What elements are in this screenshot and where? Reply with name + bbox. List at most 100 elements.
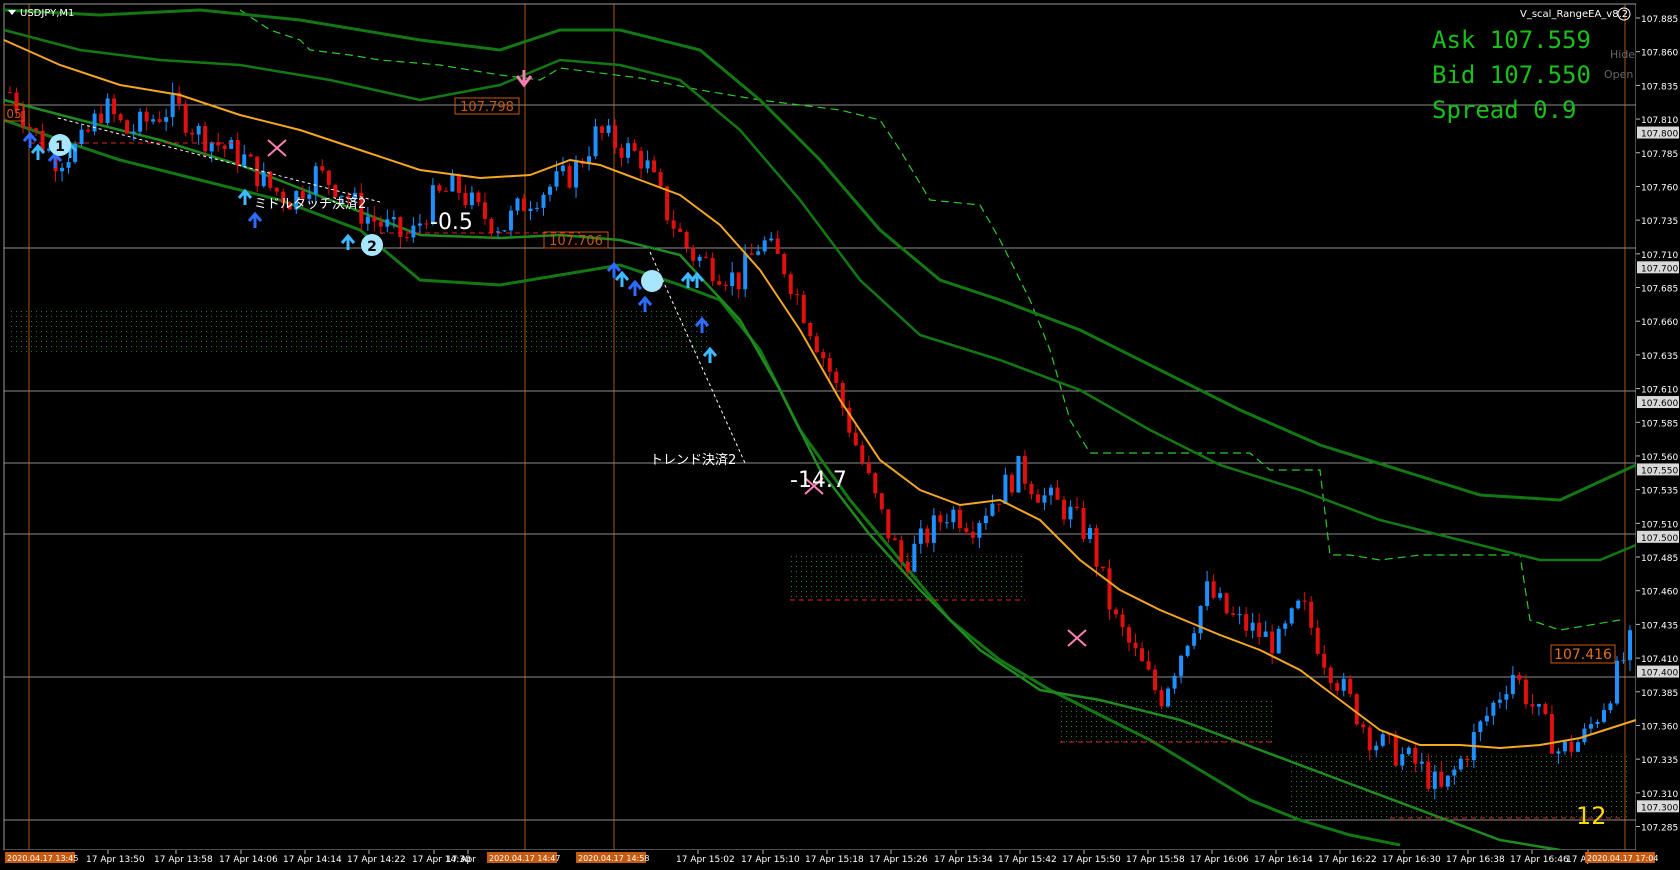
time-tick: 17 Apr 15:42 <box>998 855 1057 865</box>
candle-body <box>1484 715 1489 722</box>
trading-chart-window[interactable]: 1 2 107.798 107.706 107.416 05 ミドルタッチ決済2… <box>0 0 1680 870</box>
candle-body <box>834 371 839 383</box>
candle-body <box>1348 678 1353 695</box>
candle-body <box>1009 474 1014 493</box>
price-tick: 107.835 <box>1641 82 1678 92</box>
price-tick: 107.735 <box>1641 217 1678 227</box>
candle-body <box>1289 608 1294 624</box>
candle-body <box>268 171 273 188</box>
candle-body <box>1048 487 1053 496</box>
candle-body <box>1218 593 1223 598</box>
candle-body <box>463 192 468 206</box>
time-tick: 17 Apr 16:38 <box>1446 855 1505 865</box>
price-level-tag: 107.300 <box>1641 803 1678 813</box>
candle-body <box>632 143 637 151</box>
candle-body <box>593 126 598 157</box>
candle-body <box>554 171 559 187</box>
candle-body <box>775 238 780 254</box>
candle-body <box>541 194 546 208</box>
candle-body <box>274 187 279 192</box>
candle-body <box>157 119 162 122</box>
price-tick: 107.310 <box>1641 790 1678 800</box>
candle-body <box>853 432 858 446</box>
candle-body <box>1250 622 1255 631</box>
candle-body <box>398 217 403 238</box>
candle-body <box>515 198 520 211</box>
price-tick: 107.685 <box>1641 285 1678 295</box>
price-tick: 107.510 <box>1641 520 1678 530</box>
candle-body <box>645 160 650 169</box>
buy-arrow-icon <box>627 279 643 296</box>
time-tick: 17 Apr 14:22 <box>347 855 406 865</box>
price-tick: 107.410 <box>1641 655 1678 665</box>
price-tick: 107.535 <box>1641 487 1678 497</box>
candle-body <box>892 538 897 541</box>
candle-body <box>125 120 130 134</box>
time-tick: 17 Apr 13:58 <box>154 855 213 865</box>
price-tick: 107.485 <box>1641 554 1678 564</box>
candle-body <box>710 257 715 282</box>
time-tick: 17 Apr 15:34 <box>934 855 993 865</box>
candle-body <box>469 192 474 206</box>
candle-body <box>866 462 871 474</box>
candle-body <box>1510 674 1515 695</box>
candle-body <box>1035 494 1040 503</box>
time-axis: 17 Apr 13:50 17 Apr 13:58 17 Apr 14:06 17 A… <box>4 850 1658 870</box>
hide-button[interactable]: Hide <box>1610 48 1635 61</box>
candle-body <box>1172 675 1177 689</box>
time-tick: 17 Apr 15:58 <box>1126 855 1185 865</box>
candle-body <box>801 294 806 323</box>
candle-body <box>957 509 962 529</box>
candle-body <box>1061 499 1066 520</box>
candle-body <box>658 172 663 187</box>
price-chart[interactable]: 1 2 107.798 107.706 107.416 05 ミドルタッチ決済2… <box>0 0 1680 870</box>
candle-body <box>502 230 507 232</box>
candle-body <box>443 190 448 192</box>
candle-body <box>1380 734 1385 746</box>
candle-body <box>1549 713 1554 754</box>
candle-body <box>1101 566 1106 569</box>
time-tick: 17 Apr 16:22 <box>1318 855 1377 865</box>
candle-body <box>209 142 214 152</box>
candle-body <box>495 231 500 233</box>
candle-body <box>424 223 429 225</box>
price-level-lines <box>4 104 1636 821</box>
time-tick: 17 Apr 16:30 <box>1382 855 1441 865</box>
candle-body <box>730 272 735 286</box>
price-tick: 107.435 <box>1641 621 1678 631</box>
candle-body <box>827 358 832 372</box>
entry-circle-icon <box>641 270 663 292</box>
candle-body <box>99 113 104 123</box>
price-tick: 107.335 <box>1641 756 1678 766</box>
candle-body <box>970 531 975 538</box>
candle-body <box>365 216 370 224</box>
candle-body <box>1478 721 1483 733</box>
open-button[interactable]: Open <box>1604 68 1633 81</box>
candle-body <box>118 114 123 121</box>
candle-body <box>1328 667 1333 684</box>
time-highlight: 2020.04.17 13:45 <box>7 854 78 863</box>
candle-body <box>1205 581 1210 606</box>
price-level-tag: 107.700 <box>1641 264 1678 274</box>
candle-body <box>639 150 644 169</box>
candle-body <box>1302 600 1307 602</box>
bid-price: Bid 107.550 <box>1432 61 1591 89</box>
candle-body <box>782 253 787 275</box>
time-highlight: 2020.04.17 14:47 <box>489 854 560 863</box>
candle-body <box>1621 660 1626 662</box>
candle-body <box>899 540 904 562</box>
candle-body <box>138 111 143 132</box>
candle-body <box>170 92 175 118</box>
price-level-tag: 107.800 <box>1641 130 1678 140</box>
candle-body <box>1608 703 1613 711</box>
price-tick: 107.810 <box>1641 116 1678 126</box>
candle-body <box>905 561 910 572</box>
candle-body <box>1016 455 1021 493</box>
candle-body <box>1029 483 1034 495</box>
candle-body <box>1374 745 1379 751</box>
chart-menu-icon[interactable] <box>8 10 16 15</box>
time-tick: 17 Apr 16:14 <box>1254 855 1313 865</box>
candle-body <box>1192 633 1197 646</box>
candle-body <box>1426 761 1431 789</box>
candle-body <box>873 473 878 494</box>
